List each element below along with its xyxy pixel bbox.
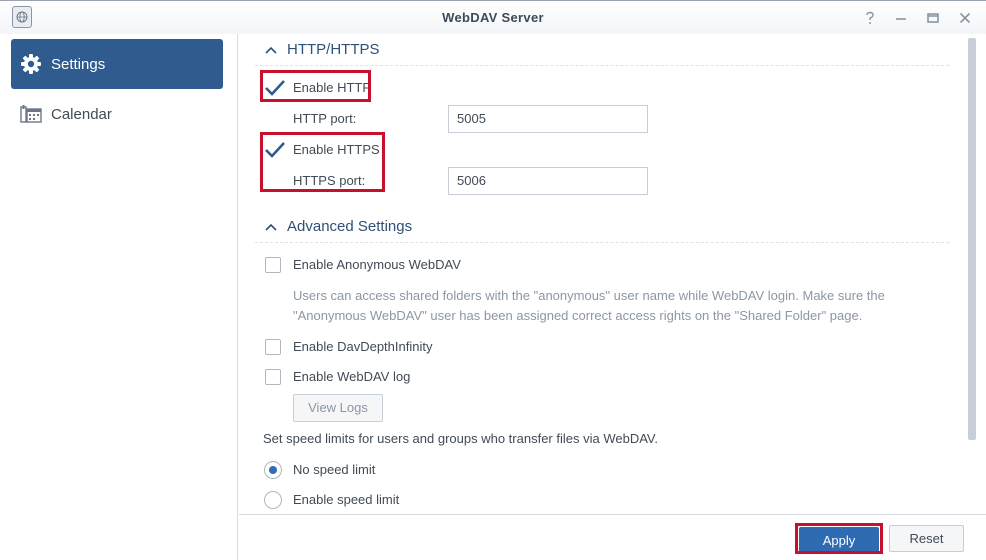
https-port-input[interactable]: 5006 [448,167,648,195]
footer-bar: Apply Reset [239,514,986,560]
section-advanced-settings[interactable]: Advanced Settings [255,215,949,243]
reset-button[interactable]: Reset [889,525,964,552]
enable-speed-limit-radio[interactable] [264,491,282,509]
minimize-icon[interactable] [893,10,909,26]
gear-icon [19,52,43,76]
no-speed-limit-radio[interactable] [264,461,282,479]
speed-limit-intro: Set speed limits for users and groups wh… [263,431,659,446]
sidebar-item-calendar[interactable]: Calendar [11,89,223,139]
window-title: WebDAV Server [442,10,544,25]
http-port-input[interactable]: 5005 [448,105,648,133]
sidebar-item-label: Calendar [51,105,112,123]
http-port-label: HTTP port: [293,111,357,126]
content-scrollbar[interactable] [968,38,976,440]
calendar-icon [19,102,43,126]
davdepthinfinity-checkbox[interactable] [265,339,281,355]
settings-content: HTTP/HTTPS Enable HTTP HTTP port: 5005 E… [239,34,986,514]
highlight-box [260,132,385,192]
webdav-server-window: WebDAV Server Settings Calendar HTTP/HTT… [0,0,986,560]
sidebar: Settings Calendar [0,34,238,560]
anonymous-webdav-checkbox[interactable] [265,257,281,273]
sidebar-item-settings[interactable]: Settings [11,39,223,89]
enable-speed-limit-label: Enable speed limit [293,492,400,507]
close-icon[interactable] [957,10,973,26]
anonymous-webdav-label: Enable Anonymous WebDAV [293,257,461,272]
highlight-box [260,70,371,102]
davdepthinfinity-label: Enable DavDepthInfinity [293,339,433,354]
webdav-log-checkbox[interactable] [265,369,281,385]
section-title: HTTP/HTTPS [287,41,380,58]
title-bar[interactable]: WebDAV Server [0,0,986,34]
maximize-icon[interactable] [925,10,941,26]
section-http-https[interactable]: HTTP/HTTPS [255,38,949,66]
anonymous-webdav-description: Users can access shared folders with the… [293,288,885,323]
highlight-box [795,523,883,554]
no-speed-limit-label: No speed limit [293,462,376,477]
section-title: Advanced Settings [287,218,413,235]
help-icon[interactable] [862,10,878,26]
chevron-up-icon [265,46,277,54]
chevron-up-icon [265,223,277,231]
sidebar-item-label: Settings [51,55,106,73]
view-logs-button[interactable]: View Logs [293,394,383,422]
webdav-log-label: Enable WebDAV log [293,369,411,384]
